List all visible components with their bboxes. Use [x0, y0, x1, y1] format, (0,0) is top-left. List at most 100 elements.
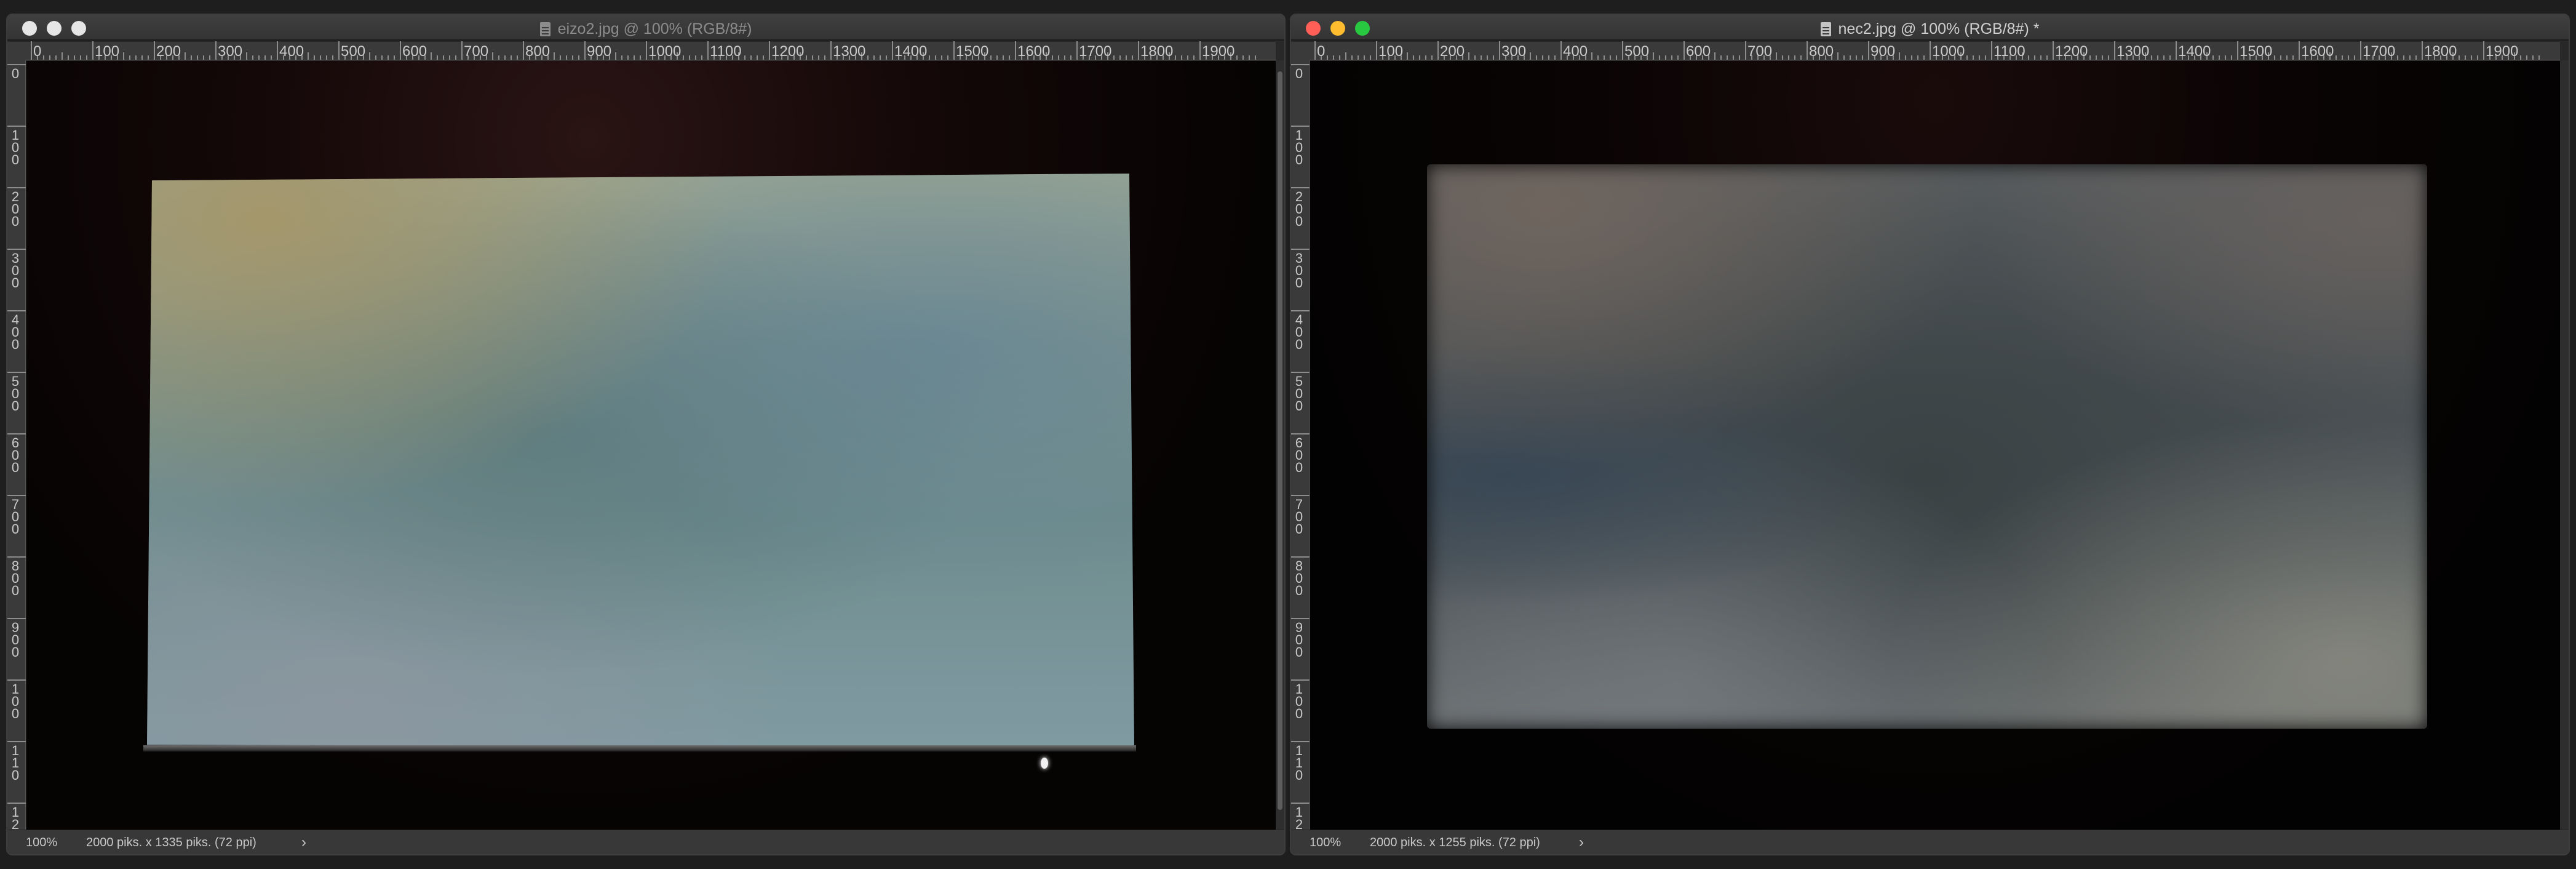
ruler-minor-tick: [560, 55, 561, 60]
title-bar[interactable]: nec2.jpg @ 100% (RGB/8#) *: [1291, 15, 2569, 41]
ruler-major-tick: [1291, 741, 1310, 742]
ruler-major-tick: [92, 41, 93, 60]
vertical-scrollbar[interactable]: [2560, 60, 2569, 830]
ruler-minor-tick: [1665, 55, 1666, 60]
ruler-minor-tick: [1333, 55, 1334, 60]
vertical-ruler[interactable]: 0 1 0 0 2 0 0 3 0 0 4 0 0 5 0 0 6 0 0 7 0 0 8 0 …: [7, 60, 26, 831]
status-menu-chevron-icon[interactable]: ›: [301, 834, 306, 851]
ruler-minor-tick: [812, 55, 813, 60]
ruler-major-tick: [7, 187, 26, 188]
ruler-minor-tick: [566, 55, 567, 60]
vertical-scrollbar[interactable]: [1276, 60, 1284, 830]
ruler-major-tick: [1291, 64, 1310, 65]
ruler-minor-tick: [873, 55, 875, 60]
ruler-minor-tick: [1727, 55, 1728, 60]
image-canvas[interactable]: [1310, 61, 2560, 830]
ruler-minor-tick: [1009, 55, 1010, 60]
ruler-minor-tick: [1358, 55, 1359, 60]
document-window-eizo[interactable]: eizo2.jpg @ 100% (RGB/8#) 0 100 200 300 400 5…: [6, 14, 1286, 855]
horizontal-ruler[interactable]: 0 100 200 300 400 500 600 700 800 900 1000 1100 1200…: [26, 41, 1276, 60]
ruler-minor-tick: [511, 55, 512, 60]
ruler-minor-tick: [1236, 55, 1238, 60]
document-window-nec[interactable]: nec2.jpg @ 100% (RGB/8#) * 0 100 200 300 400…: [1290, 14, 2570, 855]
vertical-ruler[interactable]: 0 1 0 0 2 0 0 3 0 0 4 0 0 5 0 0 6 0 0 7 0 0 8 0 …: [1291, 60, 1310, 832]
ruler-label: 6 0 0: [1295, 435, 1303, 475]
ruler-minor-tick: [2089, 55, 2091, 60]
scrollbar-thumb[interactable]: [1278, 71, 1282, 810]
ruler-origin[interactable]: [7, 42, 26, 60]
ruler-origin[interactable]: [1291, 42, 1310, 60]
ruler-minor-tick: [929, 55, 930, 60]
monitor-screen-photo: [1427, 164, 2427, 729]
ruler-label: 400: [1563, 43, 1588, 60]
ruler-minor-tick: [1905, 55, 1906, 60]
image-canvas[interactable]: [26, 61, 1276, 830]
ruler-label: 1700: [1079, 43, 1112, 60]
ruler-minor-tick: [2280, 55, 2281, 60]
ruler-minor-tick: [1119, 55, 1121, 60]
ruler-major-tick: [31, 41, 32, 60]
ruler-minor-tick: [2040, 55, 2041, 60]
ruler-major-tick: [1291, 310, 1310, 311]
zoom-level-field[interactable]: 100%: [1310, 836, 1341, 850]
ruler-minor-tick: [2286, 55, 2288, 60]
ruler-minor-tick: [517, 55, 518, 60]
ruler-minor-tick: [640, 55, 641, 60]
ruler-minor-tick: [68, 55, 69, 60]
ruler-label: 200: [1440, 43, 1465, 60]
ruler-major-tick: [1291, 495, 1310, 496]
ruler-label: 1300: [833, 43, 866, 60]
ruler-minor-tick: [634, 55, 635, 60]
ruler-minor-tick: [2102, 55, 2103, 60]
ruler-minor-tick: [80, 55, 81, 60]
ruler-minor-tick: [990, 55, 992, 60]
horizontal-ruler[interactable]: 0 100 200 300 400 500 600 700 800 900 1000 1100 1200…: [1310, 41, 2560, 60]
ruler-minor-tick: [1843, 55, 1845, 60]
ruler-major-tick: [646, 41, 647, 60]
document-icon: [539, 22, 551, 36]
ruler-major-tick: [892, 41, 893, 60]
ruler-label: 1400: [894, 43, 928, 60]
ruler-minor-tick: [332, 55, 333, 60]
document-icon: [1820, 22, 1831, 36]
ruler-label: 0: [33, 43, 42, 60]
ruler-label: 1 0 0: [11, 127, 20, 167]
ruler-minor-tick: [1794, 55, 1795, 60]
ruler-label: 1100: [710, 43, 742, 60]
ruler-major-tick: [2114, 41, 2115, 60]
ruler-label: 7 0 0: [11, 497, 20, 537]
ruler-minor-tick: [1364, 55, 1365, 60]
ruler-minor-tick: [1126, 55, 1127, 60]
ruler-minor-tick: [1548, 55, 1549, 60]
ruler-label: 800: [1809, 43, 1834, 60]
ruler-minor-tick: [2096, 55, 2097, 60]
ruler-major-tick: [338, 41, 340, 60]
ruler-minor-tick: [2231, 55, 2232, 60]
ruler-minor-tick: [1591, 52, 1592, 60]
ruler-major-tick: [1199, 41, 1201, 60]
ruler-minor-tick: [2354, 55, 2355, 60]
window-title: eizo2.jpg @ 100% (RGB/8#): [7, 20, 1284, 38]
ruler-minor-tick: [437, 55, 438, 60]
zoom-level-field[interactable]: 100%: [26, 836, 57, 850]
ruler-label: 1900: [1202, 43, 1235, 60]
ruler-minor-tick: [123, 52, 124, 60]
ruler-minor-tick: [394, 55, 395, 60]
ruler-minor-tick: [578, 55, 579, 60]
ruler-minor-tick: [191, 55, 192, 60]
monitor-bezel-photo: [143, 745, 1136, 751]
ruler-minor-tick: [1739, 55, 1740, 60]
ruler-major-tick: [7, 64, 26, 65]
ruler-minor-tick: [431, 52, 432, 60]
power-led-photo: [1041, 758, 1048, 769]
ruler-minor-tick: [2477, 55, 2478, 60]
title-bar[interactable]: eizo2.jpg @ 100% (RGB/8#): [7, 15, 1284, 41]
status-menu-chevron-icon[interactable]: ›: [1579, 834, 1584, 851]
ruler-minor-tick: [1966, 55, 1968, 60]
ruler-minor-tick: [757, 55, 758, 60]
ruler-label: 1 2: [1295, 804, 1303, 832]
ruler-label: 900: [1870, 43, 1896, 60]
ruler-major-tick: [1499, 41, 1500, 60]
ruler-major-tick: [2299, 41, 2300, 60]
ruler-minor-tick: [2212, 55, 2214, 60]
